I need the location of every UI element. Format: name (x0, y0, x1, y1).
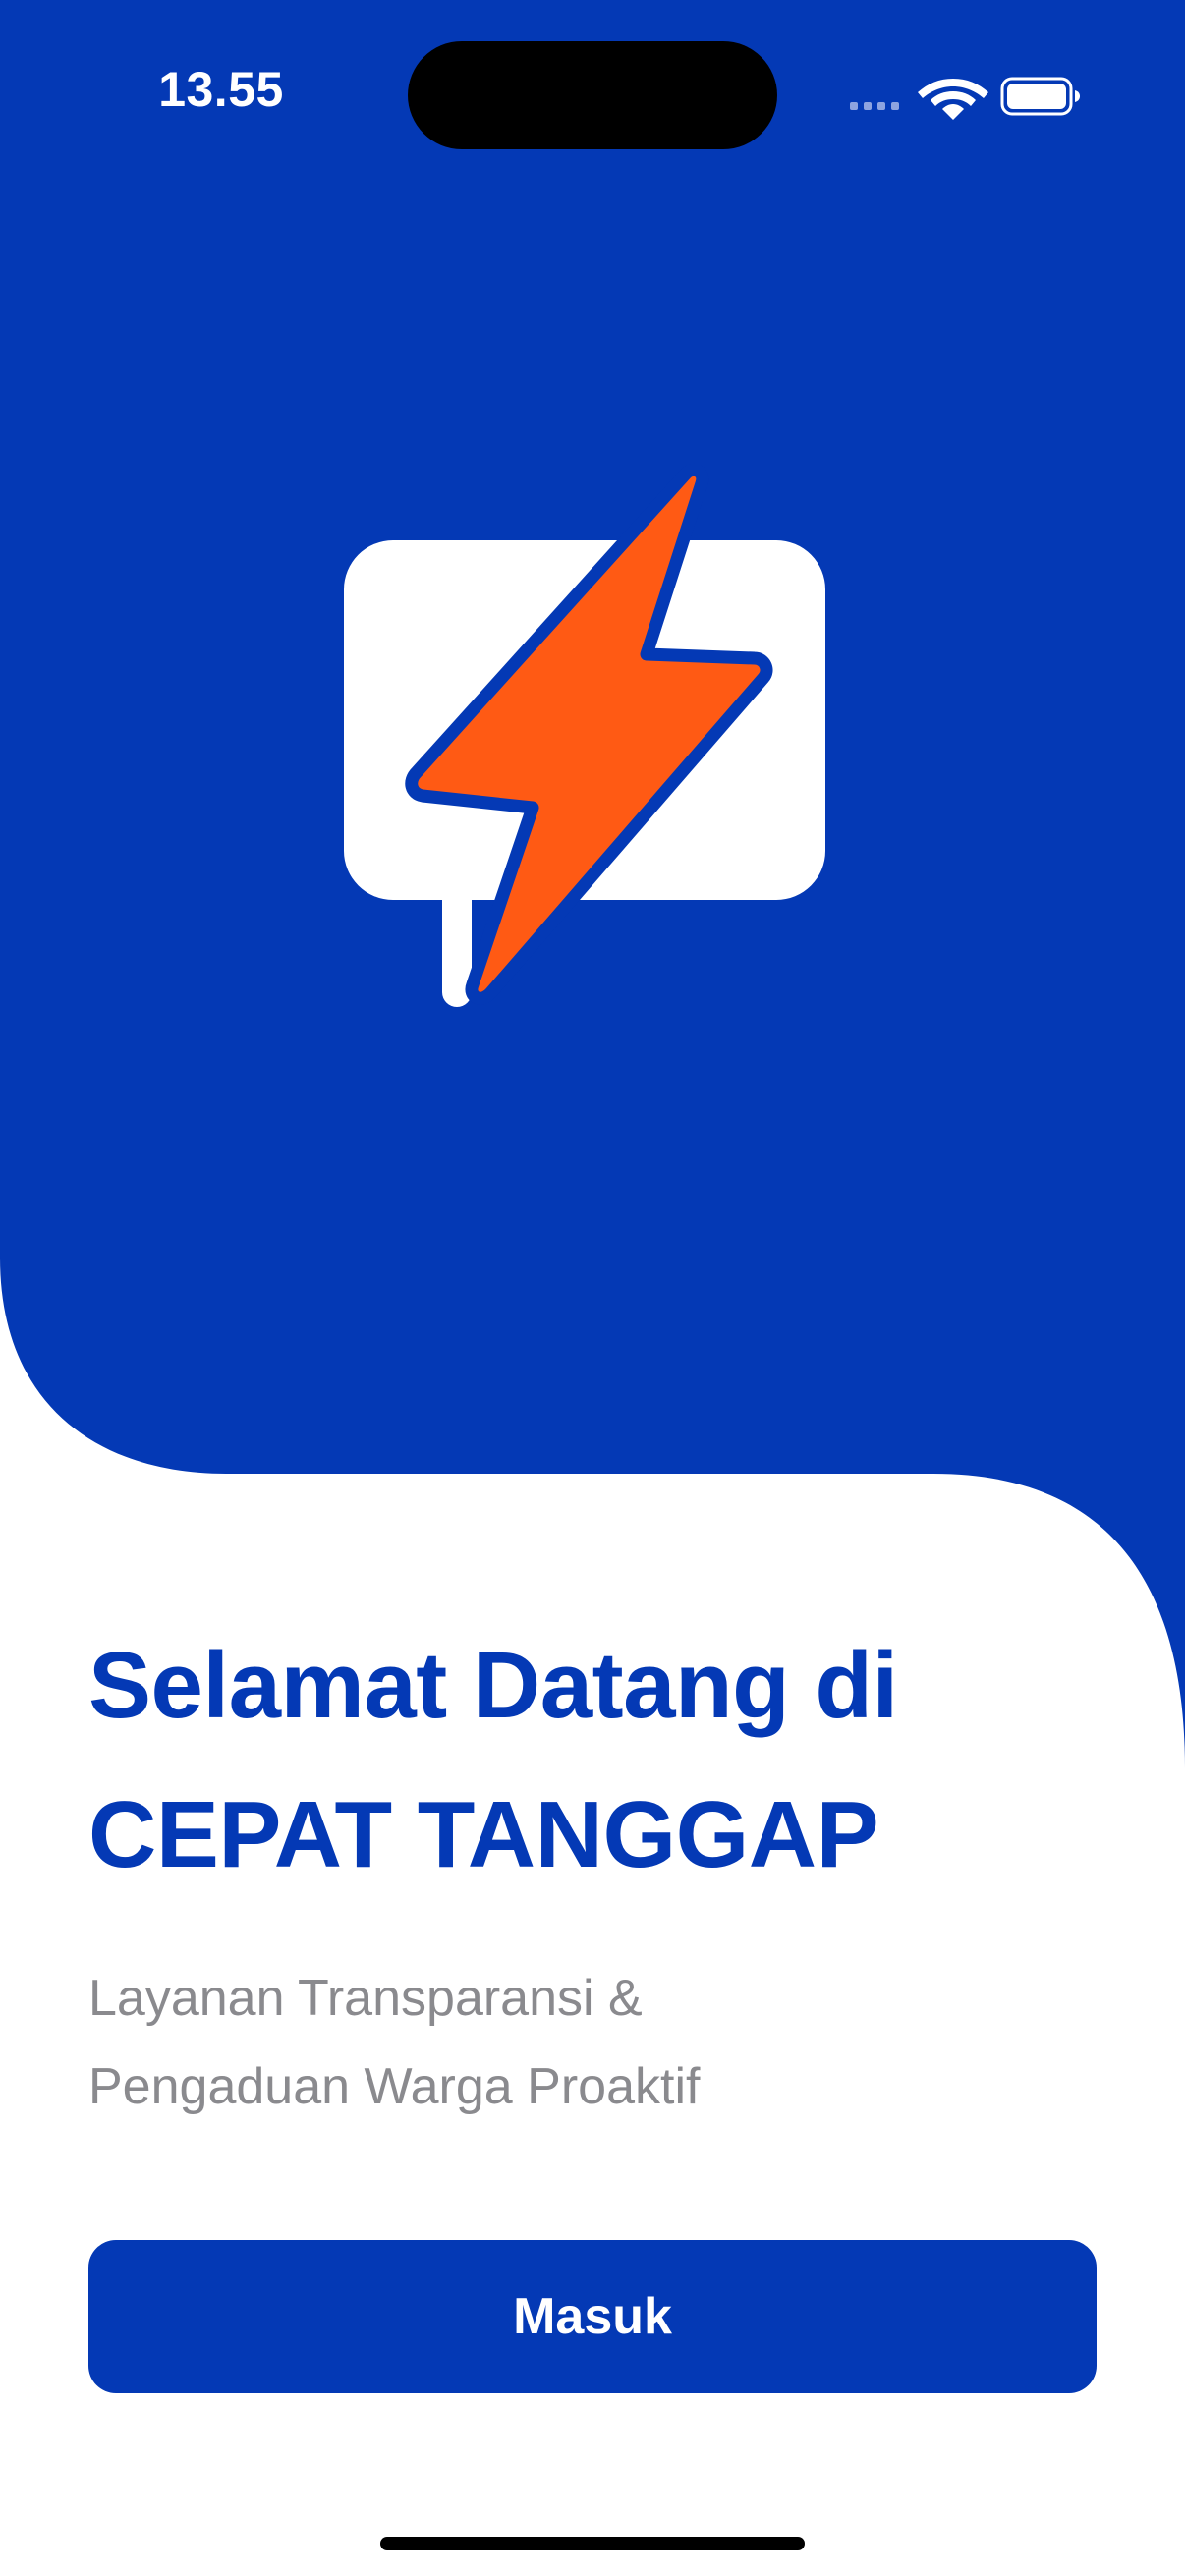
welcome-screen: 13.55 Selamat Datang di CEPAT TANGGAP La… (0, 0, 1185, 2576)
battery-icon (1000, 77, 1080, 116)
welcome-content: Selamat Datang di CEPAT TANGGAP Layanan … (88, 1611, 1100, 2131)
home-indicator[interactable] (380, 2537, 805, 2550)
welcome-subtitle: Layanan Transparansi & Pengaduan Warga P… (88, 1970, 701, 2115)
status-icons (845, 69, 1081, 120)
wifi-icon (918, 79, 988, 120)
welcome-title: Selamat Datang di CEPAT TANGGAP (88, 1633, 898, 1887)
status-time: 13.55 (158, 62, 284, 117)
login-button[interactable]: Masuk (88, 2240, 1097, 2393)
dynamic-island (408, 41, 777, 149)
chat-bubble-lightning-icon (344, 463, 825, 1007)
status-bar: 13.55 (0, 0, 1185, 196)
cellular-signal-icon (850, 102, 899, 110)
